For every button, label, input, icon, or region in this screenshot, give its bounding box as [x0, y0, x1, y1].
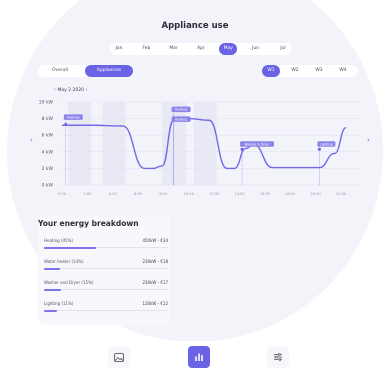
breakdown-bar [44, 309, 57, 312]
breakdown-item: Heating (45%) 450kW - €34 [44, 238, 168, 252]
chart-band [102, 102, 126, 185]
annotation-point [317, 147, 322, 151]
x-tick-label: 16:00 [260, 192, 271, 196]
breakdown-item: Washer and Dryer (15%) 230kW - €17 [44, 280, 168, 294]
nav-image-button[interactable] [108, 346, 130, 368]
x-tick-label: 14:00 [234, 192, 245, 196]
x-tick-label: 0:00 [58, 192, 67, 196]
annotation-label: Heating [175, 117, 188, 121]
breakdown-title: Your energy breakdown [38, 219, 139, 228]
y-tick-label: 6 kW [42, 133, 54, 139]
breakdown-item-value: 230kW - €17 [142, 280, 168, 285]
x-tick-label: 12:00 [209, 192, 220, 196]
breakdown-item-value: 120kW - €12 [142, 301, 168, 306]
nav-settings-button[interactable] [267, 346, 289, 368]
breakdown-item-name: Lighting (11%) [44, 301, 74, 306]
y-tick-label: 8 kW [42, 116, 54, 122]
nav-chart-button[interactable] [188, 346, 210, 368]
image-icon [114, 352, 124, 362]
breakdown-item-name: Heating (45%) [44, 238, 73, 243]
x-tick-label: 6:00 [134, 192, 143, 196]
breakdown-bar [44, 288, 61, 291]
x-tick-label: 2:00 [83, 192, 92, 196]
breakdown-item-value: 450kW - €34 [142, 238, 168, 243]
x-tick-label: 22:00 [336, 192, 347, 196]
x-tick-label: 4:00 [109, 192, 118, 196]
breakdown-item: Lighting (11%) 120kW - €12 [44, 301, 168, 315]
y-tick-label: 10 kW [39, 100, 54, 106]
breakdown-track [44, 289, 168, 290]
y-tick-label: 4 kW [42, 149, 54, 155]
annotation-label: Washer & Dryer [244, 142, 270, 146]
sliders-icon [274, 353, 282, 361]
annotation-label: Heating [67, 115, 80, 119]
app-frame: Appliance use Jan Feb Mar Apr May Jun Jul Over… [0, 0, 390, 370]
breakdown-item-name: Water heater (14%) [44, 259, 84, 264]
usage-line-chart: 10 kW 8 kW 6 kW 4 kW 2 kW 0 kW 0:00 2:00 4:00 6:0… [39, 100, 360, 196]
annotation-label: Lighting [320, 142, 333, 146]
breakdown-track [44, 268, 168, 269]
bar-chart-icon [195, 353, 203, 361]
annotation-point [240, 147, 244, 151]
breakdown-bar [44, 246, 96, 249]
breakdown-item-name: Washer and Dryer (15%) [44, 280, 94, 285]
breakdown-item-value: 230kW - €18 [142, 259, 168, 264]
y-tick-label: 2 kW [42, 166, 54, 172]
annotation-point [64, 122, 68, 127]
chart-band [162, 102, 187, 185]
annotation-label: Heating [175, 108, 188, 112]
breakdown-item: Water heater (14%) 230kW - €18 [44, 259, 168, 273]
breakdown-bar [44, 267, 60, 270]
x-tick-label: 8:00 [159, 192, 168, 196]
x-tick-label: 10:00 [184, 192, 195, 196]
y-tick-label: 0 kW [42, 183, 54, 189]
chart-band [193, 102, 217, 185]
x-tick-label: 18:00 [285, 192, 296, 196]
breakdown-track [44, 310, 168, 311]
x-tick-label: 20:00 [310, 192, 321, 196]
